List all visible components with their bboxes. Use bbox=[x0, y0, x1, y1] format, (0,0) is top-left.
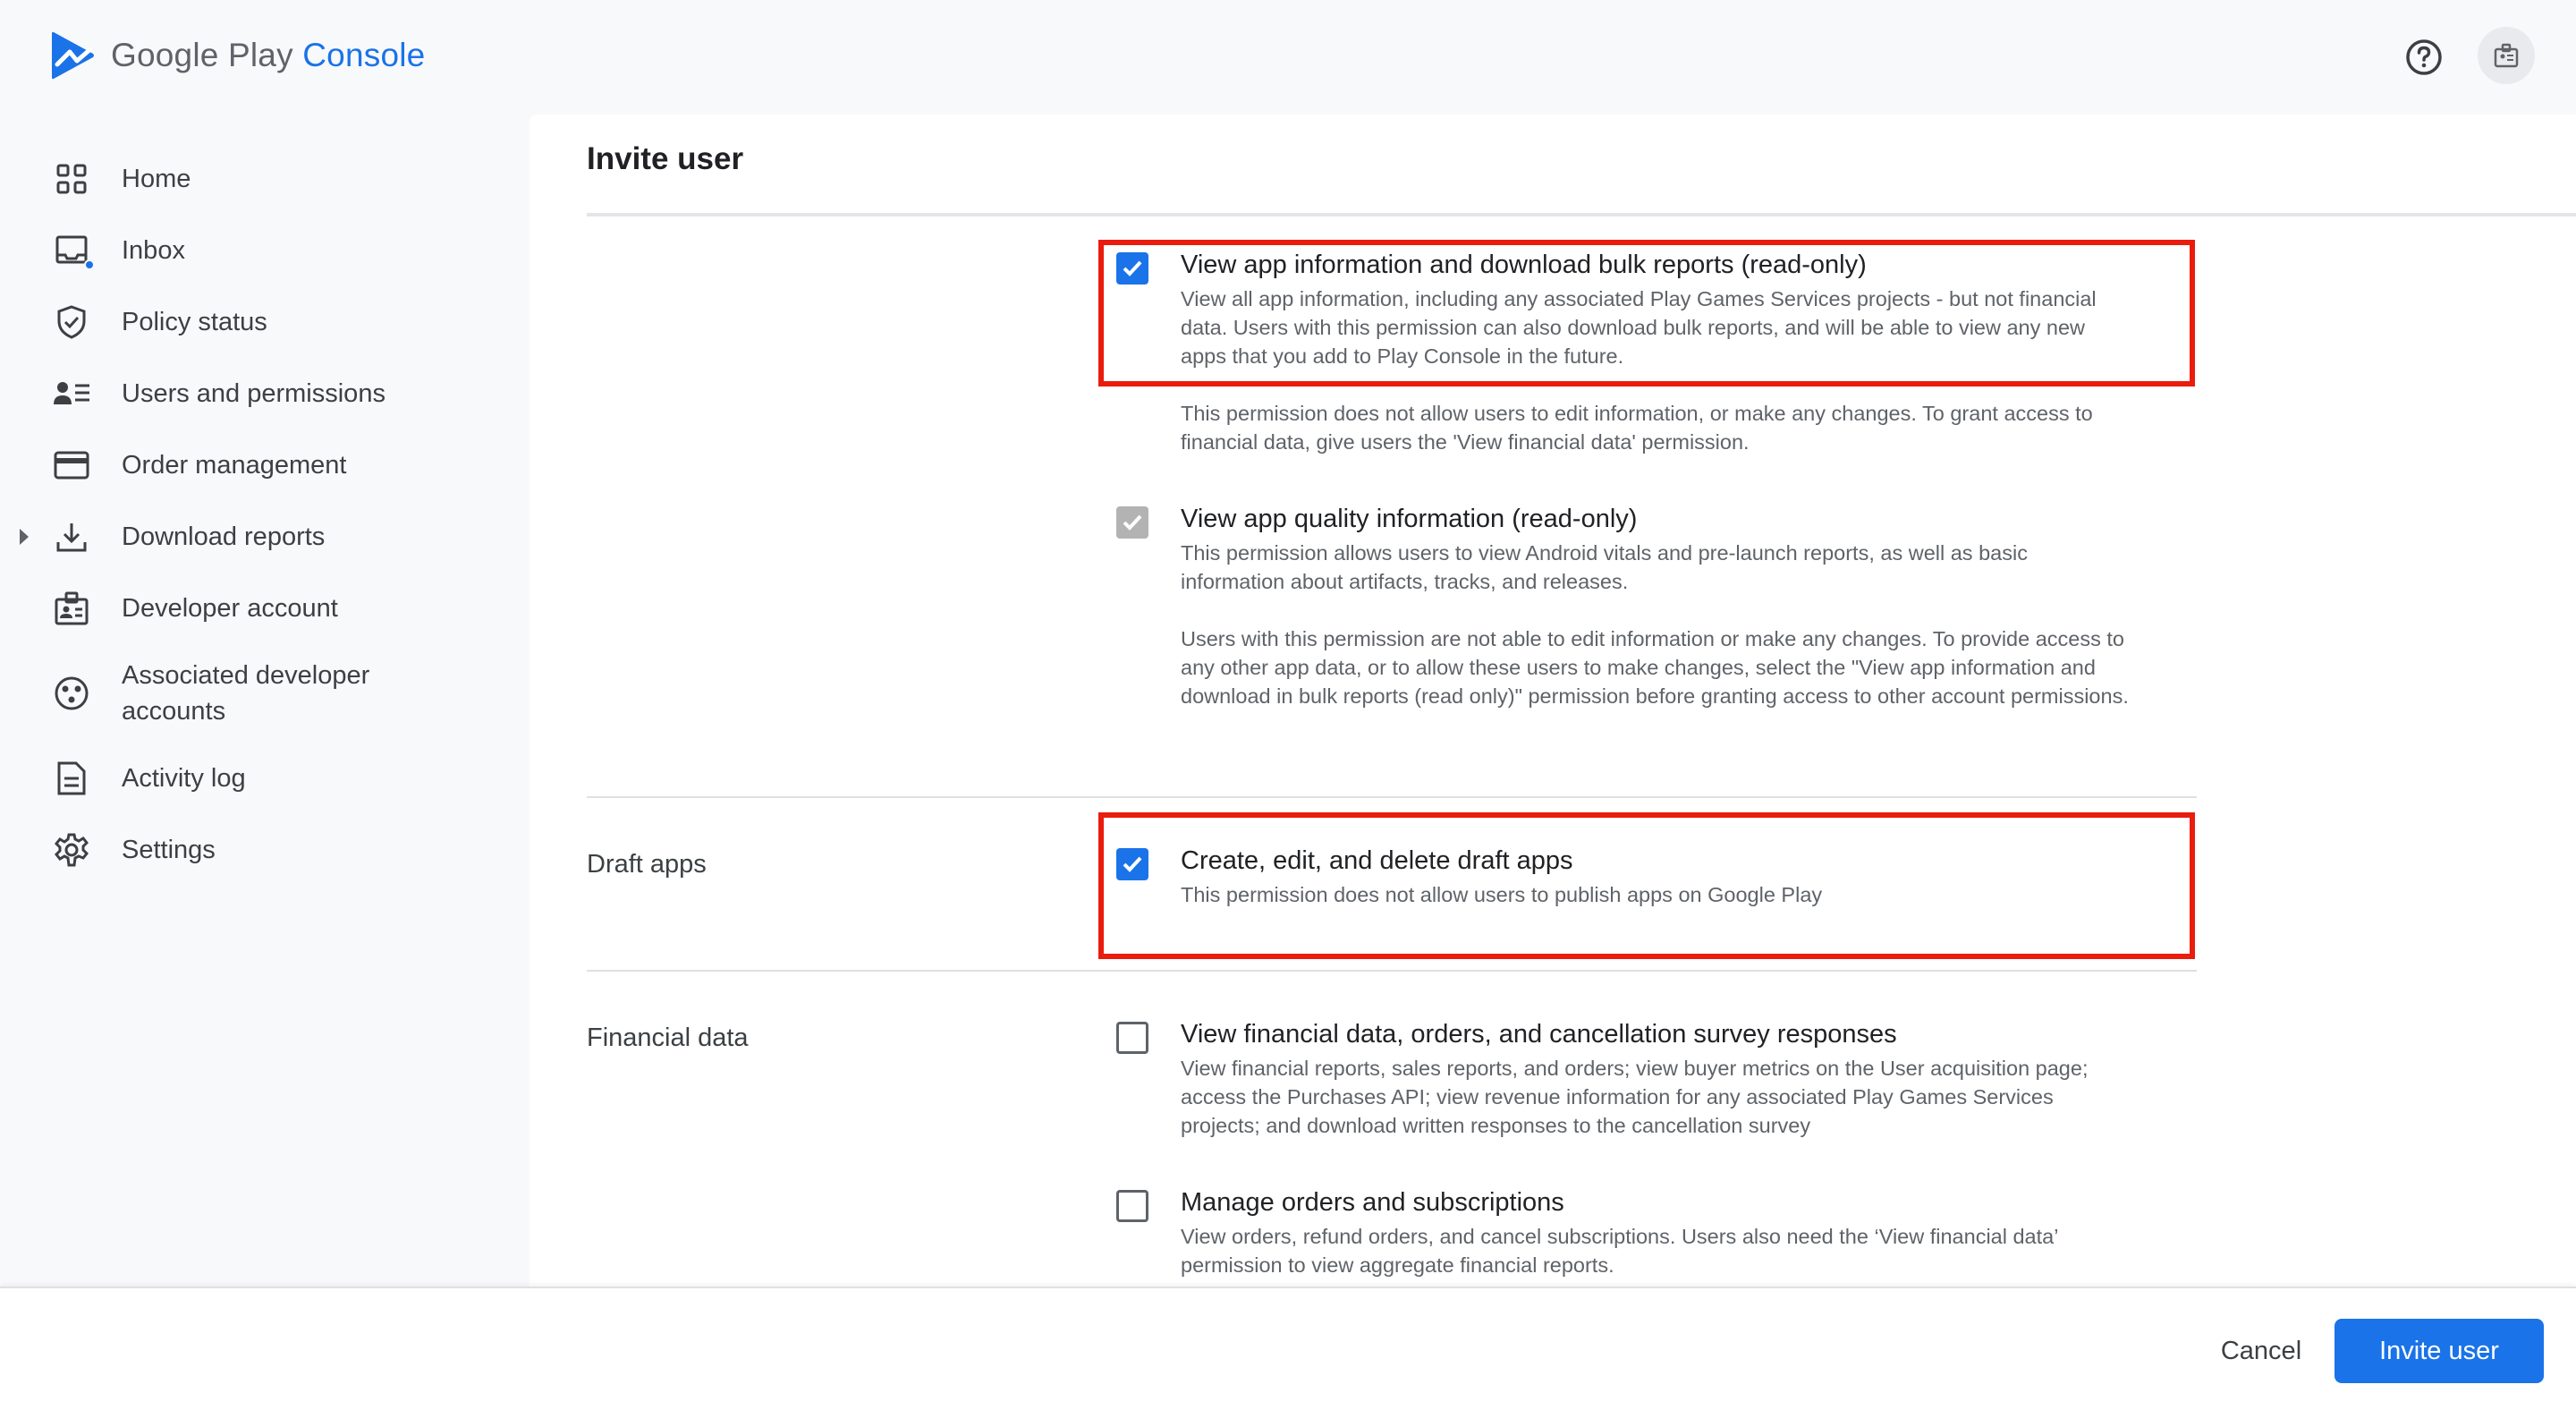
grid-icon bbox=[52, 159, 91, 199]
title-divider bbox=[587, 213, 2576, 217]
credit-card-icon bbox=[52, 446, 91, 485]
top-bar: Google Play Console bbox=[0, 0, 2576, 116]
document-icon bbox=[52, 759, 91, 798]
sidebar-item-download-reports[interactable]: Download reports bbox=[0, 501, 501, 573]
permission-title: View financial data, orders, and cancell… bbox=[1181, 1020, 1897, 1049]
section-label-financial-data: Financial data bbox=[587, 1024, 749, 1052]
logo-primary-text: Google Play bbox=[111, 37, 293, 73]
highlight-box bbox=[1098, 240, 2195, 386]
sidebar-item-label: Home bbox=[122, 165, 191, 193]
download-icon bbox=[52, 517, 91, 556]
sidebar-item-label: Download reports bbox=[122, 522, 326, 551]
sidebar-item-label: Developer account bbox=[122, 594, 338, 623]
sidebar-item-label: Inbox bbox=[122, 236, 185, 265]
sidebar-item-users-and-permissions[interactable]: Users and permissions bbox=[0, 358, 501, 429]
section-divider bbox=[587, 796, 2197, 798]
permission-title: Manage orders and subscriptions bbox=[1181, 1188, 1564, 1217]
highlight-box bbox=[1098, 812, 2195, 959]
sidebar-item-label: Users and permissions bbox=[122, 379, 386, 408]
shield-check-icon bbox=[52, 302, 91, 342]
page-title: Invite user bbox=[587, 141, 744, 176]
invite-user-panel: Invite user View app information and dow… bbox=[530, 115, 2576, 1287]
section-label-draft-apps: Draft apps bbox=[587, 850, 707, 879]
inbox-icon bbox=[52, 231, 95, 270]
users-list-icon bbox=[52, 374, 91, 413]
view-quality-checkbox[interactable] bbox=[1116, 506, 1148, 539]
permission-financial: View financial data, orders, and cancell… bbox=[1116, 1018, 2136, 1140]
sidebar-item-policy-status[interactable]: Policy status bbox=[0, 286, 501, 358]
developer-badge-icon bbox=[2494, 43, 2519, 68]
permission-title: View app quality information (read-only) bbox=[1181, 505, 1638, 533]
sidebar-item-developer-account[interactable]: Developer account bbox=[0, 573, 501, 644]
play-console-logo[interactable]: Google Play Console bbox=[50, 30, 425, 81]
sidebar-item-label: Settings bbox=[122, 836, 216, 864]
sidebar-item-label: Order management bbox=[122, 451, 347, 480]
financial-checkbox[interactable] bbox=[1116, 1022, 1148, 1054]
permission-view-quality: View app quality information (read-only)… bbox=[1116, 503, 2136, 710]
sidebar-item-label: Policy status bbox=[122, 308, 267, 336]
permission-description: View financial reports, sales reports, a… bbox=[1181, 1057, 2089, 1137]
invite-user-button[interactable]: Invite user bbox=[2334, 1319, 2544, 1383]
section-divider bbox=[587, 970, 2197, 972]
account-button[interactable] bbox=[2478, 27, 2535, 84]
play-console-logo-icon bbox=[52, 31, 94, 80]
expand-caret-icon[interactable] bbox=[20, 529, 29, 545]
sidebar-item-settings[interactable]: Settings bbox=[0, 814, 501, 886]
logo-secondary-text: Console bbox=[302, 37, 426, 73]
id-badge-icon bbox=[52, 589, 91, 628]
permission-description: View orders, refund orders, and cancel s… bbox=[1181, 1225, 2058, 1277]
orders-checkbox[interactable] bbox=[1116, 1190, 1148, 1222]
sidebar-item-inbox[interactable]: Inbox bbox=[0, 215, 501, 286]
sidebar-item-order-management[interactable]: Order management bbox=[0, 429, 501, 501]
inbox-unread-dot bbox=[84, 259, 95, 270]
linked-accounts-icon bbox=[52, 674, 91, 713]
permission-description: This permission allows users to view And… bbox=[1181, 541, 2028, 593]
dialog-footer: Cancel Invite user bbox=[0, 1287, 2576, 1410]
cancel-button[interactable]: Cancel bbox=[2200, 1319, 2322, 1383]
sidebar-item-label: Activity log bbox=[122, 764, 246, 793]
sidebar-item-label: Associated developer accounts bbox=[122, 661, 370, 726]
help-circle-icon bbox=[2406, 39, 2442, 75]
permission-orders: Manage orders and subscriptions View ord… bbox=[1116, 1186, 2136, 1279]
permission-note: This permission does not allow users to … bbox=[1181, 402, 2093, 454]
help-button[interactable] bbox=[2399, 32, 2449, 82]
sidebar-item-activity-log[interactable]: Activity log bbox=[0, 743, 501, 814]
gear-icon bbox=[52, 830, 91, 870]
sidebar-item-home[interactable]: Home bbox=[0, 143, 501, 215]
check-icon bbox=[1123, 514, 1142, 531]
sidebar-item-associated-developer-accounts[interactable]: Associated developer accounts bbox=[0, 644, 501, 743]
permission-note: Users with this permission are not able … bbox=[1181, 627, 2129, 708]
sidebar-nav: Home Inbox Policy status Users and permi… bbox=[0, 143, 501, 886]
